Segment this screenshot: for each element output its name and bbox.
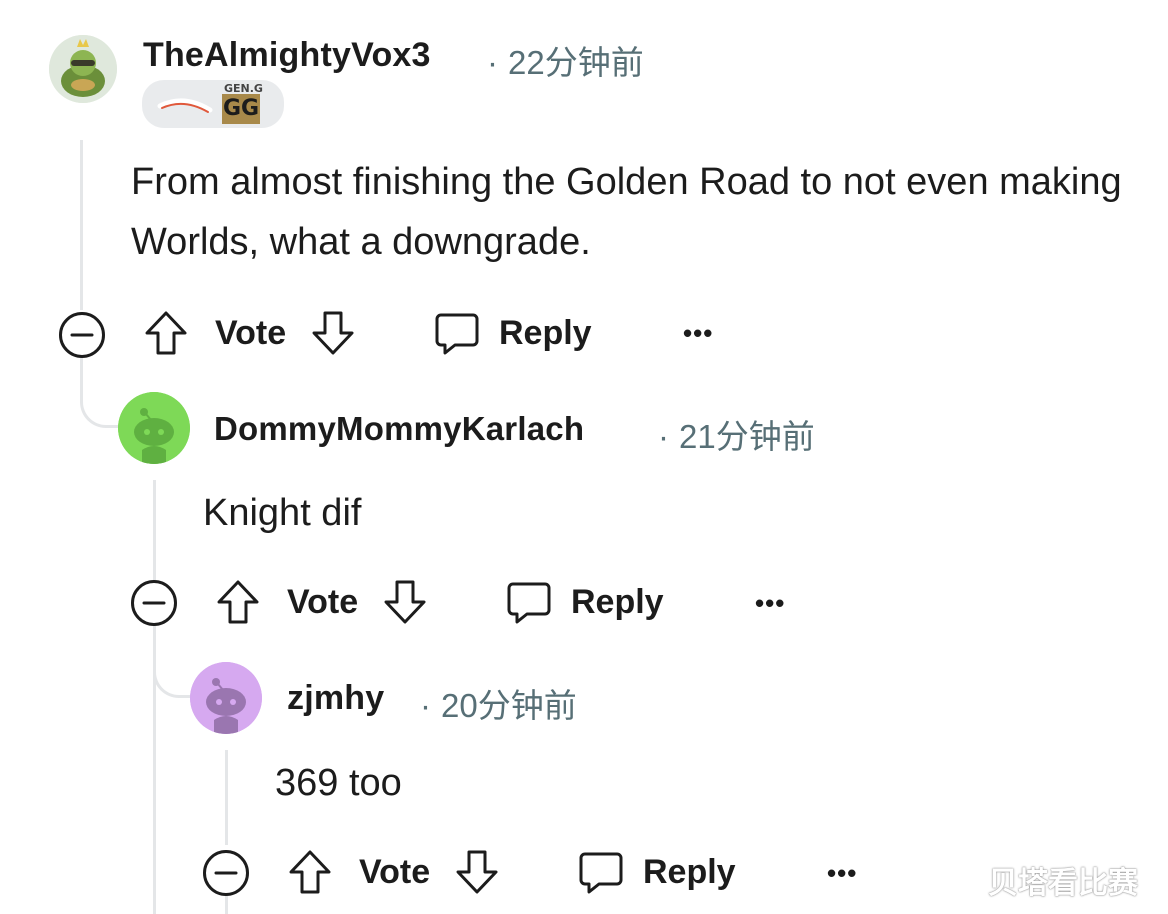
avatar[interactable]	[49, 35, 117, 103]
vote-label: Vote	[359, 852, 431, 891]
thread-line-level2	[153, 480, 156, 580]
upvote-arrow-icon[interactable]	[215, 578, 261, 626]
more-options-button[interactable]: •••	[827, 858, 857, 889]
reply-bubble-icon	[579, 852, 623, 894]
comment-body: 369 too	[275, 762, 402, 804]
vote-label: Vote	[215, 313, 287, 352]
timestamp-text: 21分钟前	[679, 418, 815, 455]
downvote-arrow-icon[interactable]	[310, 309, 356, 357]
upvote-arrow-icon[interactable]	[143, 309, 189, 357]
vote-control: Vote	[143, 306, 356, 360]
comment-timestamp: · 20分钟前	[420, 679, 577, 727]
reply-button[interactable]: Reply	[433, 306, 592, 360]
more-options-button[interactable]: •••	[755, 588, 785, 619]
thread-elbow-level2	[80, 360, 121, 428]
avatar[interactable]	[190, 662, 262, 734]
reply-label: Reply	[643, 852, 736, 891]
swoosh-logo-icon	[157, 98, 213, 113]
reply-label: Reply	[571, 582, 664, 621]
user-flair-badge: GEN.G GG	[142, 80, 284, 128]
comment-body: Knight dif	[203, 492, 362, 534]
comment-username[interactable]: zjmhy	[287, 679, 384, 718]
geng-logo-icon: GG	[222, 94, 260, 124]
timestamp-text: 22分钟前	[508, 44, 644, 81]
reply-button[interactable]: Reply	[577, 845, 736, 899]
reply-label: Reply	[499, 313, 592, 352]
meta-separator: ·	[420, 687, 431, 724]
watermark-text: 贝塔看比赛	[988, 866, 1138, 901]
comment-username[interactable]: DommyMommyKarlach	[214, 410, 584, 448]
reply-button[interactable]: Reply	[505, 575, 664, 629]
thread-elbow-level3	[153, 630, 194, 698]
more-options-button[interactable]: •••	[683, 318, 713, 349]
avatar[interactable]	[118, 392, 190, 464]
collapse-thread-icon[interactable]	[201, 848, 251, 898]
downvote-arrow-icon[interactable]	[382, 578, 428, 626]
meta-separator: ·	[487, 44, 498, 81]
comment-username[interactable]: TheAlmightyVox3	[143, 36, 431, 75]
reply-bubble-icon	[507, 582, 551, 624]
meta-separator: ·	[658, 418, 669, 455]
upvote-arrow-icon[interactable]	[287, 848, 333, 896]
snoo-avatar-icon	[118, 392, 190, 464]
vote-label: Vote	[287, 582, 359, 621]
reply-bubble-icon	[435, 313, 479, 355]
timestamp-text: 20分钟前	[441, 687, 577, 724]
comment-timestamp: · 21分钟前	[658, 410, 815, 458]
collapse-thread-icon[interactable]	[57, 310, 107, 360]
thread-line-level1	[80, 140, 83, 310]
comment-body: From almost finishing the Golden Road to…	[131, 161, 1122, 263]
turtle-avatar-icon	[49, 35, 117, 103]
downvote-arrow-icon[interactable]	[454, 848, 500, 896]
vote-control: Vote	[287, 845, 500, 899]
snoo-avatar-icon	[190, 662, 262, 734]
vote-control: Vote	[215, 575, 428, 629]
comment-timestamp: · 22分钟前	[487, 36, 644, 84]
collapse-thread-icon[interactable]	[129, 578, 179, 628]
thread-line-level3	[225, 750, 228, 845]
